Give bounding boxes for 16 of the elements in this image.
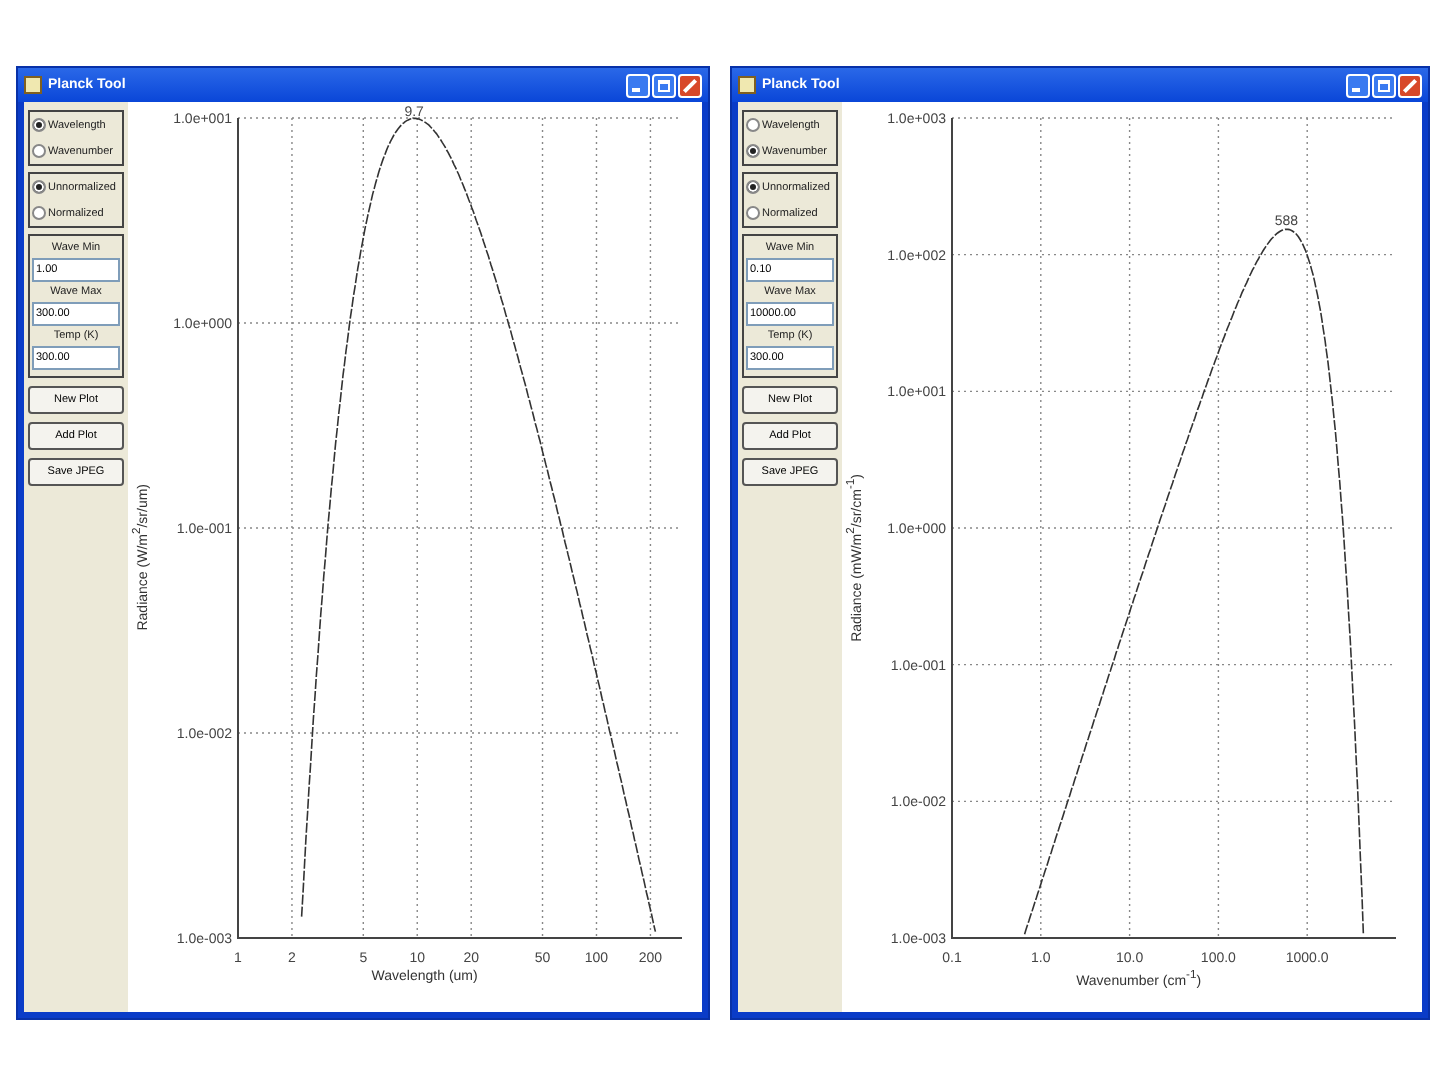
close-button[interactable] <box>678 73 702 97</box>
radio-button[interactable] <box>32 144 46 158</box>
app-icon <box>24 76 42 94</box>
minimize-button[interactable] <box>1346 73 1370 97</box>
radio-button[interactable] <box>32 118 46 132</box>
close-button[interactable] <box>1398 73 1422 97</box>
radio-button[interactable] <box>32 180 46 194</box>
maximize-button[interactable] <box>1372 73 1396 97</box>
radio-button[interactable] <box>746 180 760 194</box>
app-icon <box>738 76 756 94</box>
radio-button[interactable] <box>746 206 760 220</box>
minimize-button[interactable] <box>626 73 650 97</box>
maximize-button[interactable] <box>652 73 676 97</box>
radio-button[interactable] <box>746 144 760 158</box>
radio-button[interactable] <box>32 206 46 220</box>
radio-button[interactable] <box>746 118 760 132</box>
